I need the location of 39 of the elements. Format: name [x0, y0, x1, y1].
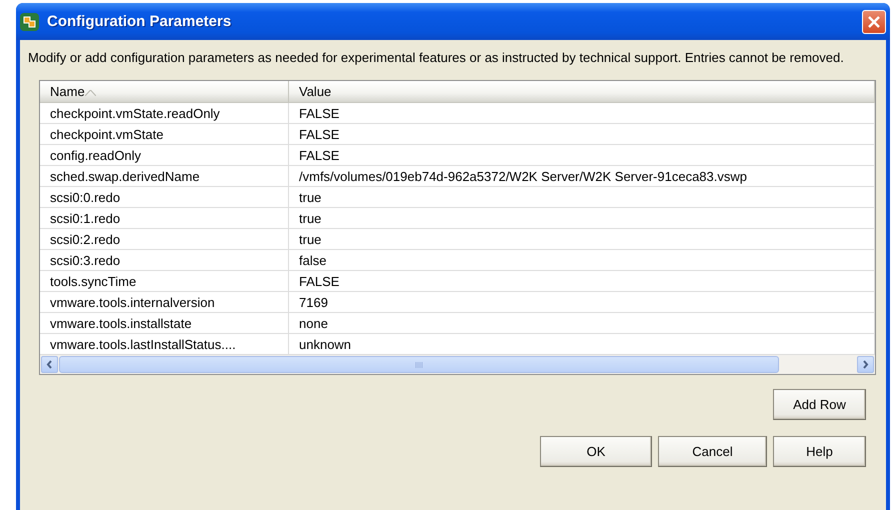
table-cell: scsi0:0.redo: [40, 187, 289, 208]
table-cell: 7169: [289, 292, 875, 313]
cancel-button[interactable]: Cancel: [658, 436, 767, 467]
table-cell: true: [289, 187, 875, 208]
table-cell: scsi0:2.redo: [40, 229, 289, 250]
scroll-thumb[interactable]: [59, 356, 779, 373]
table-cell: true: [289, 208, 875, 229]
app-icon: [19, 12, 40, 32]
horizontal-scrollbar[interactable]: [40, 355, 875, 374]
table-cell: tools.syncTime: [40, 271, 289, 292]
close-icon: [868, 16, 880, 28]
column-header[interactable]: Name: [40, 81, 289, 103]
table-cell: vmware.tools.installstate: [40, 313, 289, 334]
ok-button[interactable]: OK: [540, 436, 652, 467]
column-label: Name: [50, 84, 96, 99]
column-label: Value: [299, 84, 332, 99]
table-cell: vmware.tools.internalversion: [40, 292, 289, 313]
table-cell: config.readOnly: [40, 145, 289, 166]
table-cell: FALSE: [289, 103, 875, 124]
table-cell: FALSE: [289, 124, 875, 145]
scroll-right-icon[interactable]: [857, 356, 874, 373]
table-cell: sched.swap.derivedName: [40, 166, 289, 187]
table-cell: scsi0:1.redo: [40, 208, 289, 229]
close-button[interactable]: [862, 10, 886, 34]
table-cell: checkpoint.vmState: [40, 124, 289, 145]
table-cell: checkpoint.vmState.readOnly: [40, 103, 289, 124]
table-cell: scsi0:3.redo: [40, 250, 289, 271]
add-row-button[interactable]: Add Row: [773, 389, 866, 420]
table-cell: /vmfs/volumes/019eb74d-962a5372/W2K Server/W2K Server-91ceca83.vswp: [289, 166, 875, 187]
table-cell: FALSE: [289, 271, 875, 292]
column-header[interactable]: Value: [289, 81, 875, 103]
description-text: Modify or add configuration parameters as needed for experimental features or as instructed by technical support. Entries cannot be removed.: [28, 50, 845, 66]
window-title: Configuration Parameters: [47, 13, 232, 30]
help-button[interactable]: Help: [773, 436, 866, 467]
table-cell: none: [289, 313, 875, 334]
table-cell: true: [289, 229, 875, 250]
table-cell: false: [289, 250, 875, 271]
table-cell: FALSE: [289, 145, 875, 166]
scroll-left-icon[interactable]: [41, 356, 58, 373]
